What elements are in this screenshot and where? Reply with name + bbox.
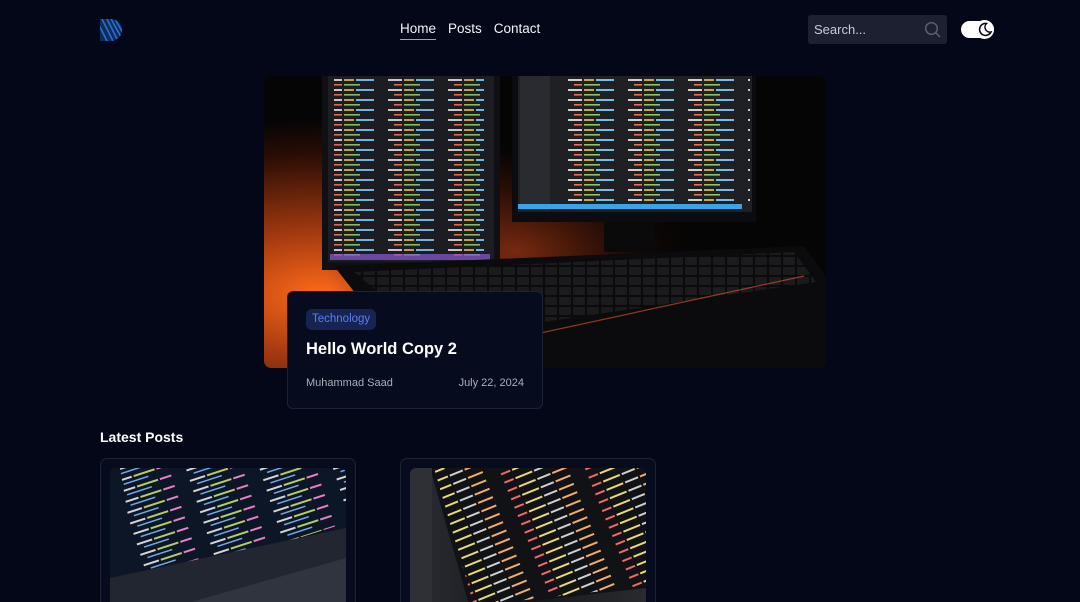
logo-icon[interactable] xyxy=(100,19,122,41)
page: Home Posts Contact Search... Technology … xyxy=(0,0,1080,602)
nav-contact-link[interactable]: Contact xyxy=(494,21,541,40)
featured-post-title[interactable]: Hello World Copy 2 xyxy=(306,340,457,359)
post-card[interactable] xyxy=(400,458,656,602)
post-thumbnail[interactable] xyxy=(110,468,346,602)
main-nav: Home Posts Contact xyxy=(400,21,540,40)
post-date: July 22, 2024 xyxy=(458,377,524,389)
category-tag[interactable]: Technology xyxy=(306,309,377,330)
post-card[interactable] xyxy=(100,458,356,602)
featured-post-card[interactable]: Technology Hello World Copy 2 Muhammad S… xyxy=(287,291,543,409)
theme-toggle[interactable] xyxy=(961,20,994,39)
post-author: Muhammad Saad xyxy=(306,377,393,389)
search-box xyxy=(808,15,947,44)
moon-icon xyxy=(975,20,994,39)
post-thumbnail[interactable] xyxy=(410,468,646,602)
search-input[interactable] xyxy=(808,15,918,44)
nav-posts-link[interactable]: Posts xyxy=(448,21,482,40)
nav-home-link[interactable]: Home xyxy=(400,21,437,40)
section-title: Latest Posts xyxy=(100,429,184,445)
search-icon[interactable] xyxy=(924,21,941,38)
